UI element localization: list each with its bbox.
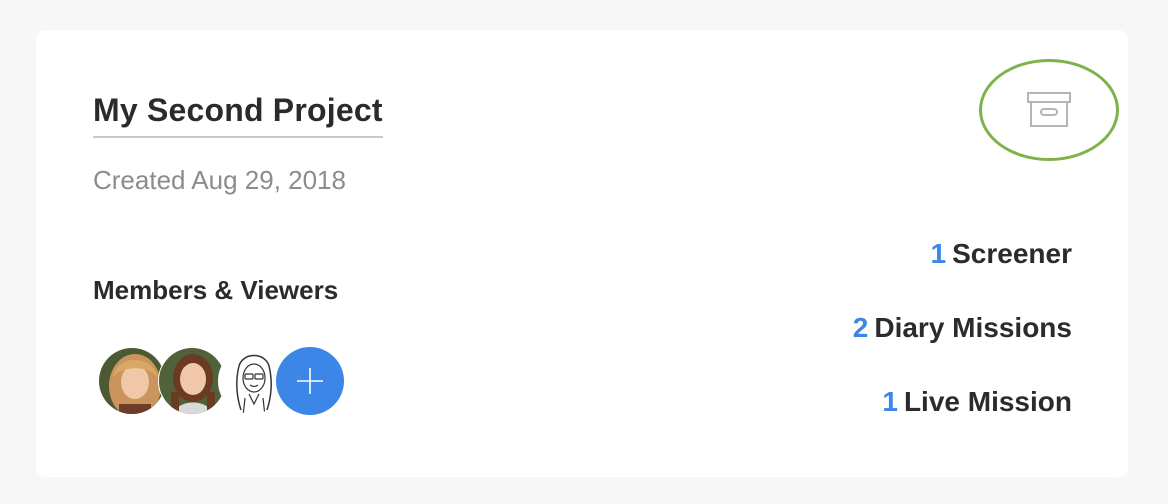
avatar-photo-1 [99, 348, 165, 414]
stat-count: 1 [882, 386, 898, 417]
add-member-button[interactable] [276, 347, 344, 415]
stat-diary-missions[interactable]: 2 Diary Missions [853, 311, 1072, 385]
avatar[interactable] [98, 347, 166, 415]
archive-button[interactable] [979, 59, 1119, 161]
project-title[interactable]: My Second Project [93, 90, 383, 138]
plus-icon [297, 368, 323, 394]
archive-box-icon [1027, 92, 1071, 127]
avatar-photo-2 [159, 348, 225, 414]
stat-count: 2 [852, 312, 869, 343]
stat-label: Screener [952, 238, 1072, 269]
avatar[interactable] [158, 347, 226, 415]
stat-label: Diary Missions [874, 312, 1072, 343]
stat-count: 1 [930, 238, 947, 269]
project-title-wrap: My Second Project [93, 90, 383, 138]
stat-live-mission[interactable]: 1 Live Mission [853, 385, 1072, 459]
project-card: My Second Project Created Aug 29, 2018 M… [36, 30, 1128, 477]
mission-stats: 1 Screener 2 Diary Missions 1 Live Mission [853, 237, 1072, 459]
members-viewers-label: Members & Viewers [93, 275, 339, 305]
created-date: Created Aug 29, 2018 [93, 165, 346, 195]
stat-screener[interactable]: 1 Screener [853, 237, 1072, 311]
stat-label: Live Mission [903, 386, 1072, 417]
